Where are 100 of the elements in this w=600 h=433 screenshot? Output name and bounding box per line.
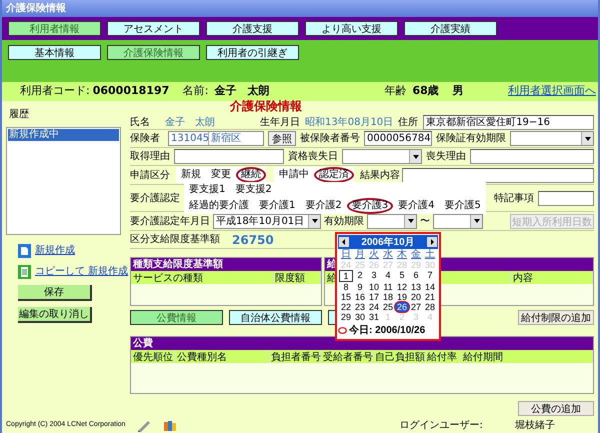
calendar-day[interactable]: 19 [395, 292, 409, 302]
pen-icon[interactable] [137, 420, 152, 432]
input-field[interactable] [470, 149, 594, 164]
next-month-icon[interactable] [427, 237, 437, 247]
option[interactable]: 変更 [206, 167, 236, 183]
calendar-day[interactable]: 7 [423, 270, 437, 282]
action-button[interactable]: 保存 [18, 285, 92, 301]
lookup-button[interactable]: 参照 [268, 131, 296, 146]
weekday-header: 月 [354, 249, 366, 260]
option[interactable]: 要支援2 [230, 182, 277, 198]
nav-tab[interactable]: より高い支援 [305, 21, 398, 36]
select-field[interactable] [342, 149, 422, 164]
nav-tab[interactable]: アセスメント [107, 21, 200, 36]
field-label: 喪失理由 [426, 150, 466, 164]
weekday-header: 日 [340, 249, 352, 260]
option[interactable]: 要介護3 [346, 198, 394, 214]
previous-month-icon[interactable] [339, 237, 349, 247]
input-field[interactable]: 0000056784 [364, 131, 432, 146]
history-item[interactable]: 新規作成中 [8, 129, 119, 141]
calendar-day[interactable]: 1 [339, 270, 353, 282]
calendar-day[interactable]: 28 [423, 302, 437, 312]
calendar-day[interactable]: 26 [395, 302, 409, 312]
add-public-expense-button[interactable]: 公費の追加 [518, 401, 594, 416]
select-field[interactable] [433, 214, 483, 228]
calendar-day[interactable]: 22 [339, 302, 353, 312]
input-field[interactable] [538, 190, 594, 206]
weekday-header: 土 [424, 249, 436, 260]
range-separator: 〜 [420, 214, 430, 228]
action-button[interactable]: 編集の取り消し [18, 307, 92, 323]
calendar-day[interactable]: 31 [367, 312, 381, 322]
insurer-field[interactable]: 131045 新宿区 [168, 131, 264, 146]
calendar-day[interactable]: 29 [339, 312, 353, 322]
calendar-day[interactable]: 10 [367, 282, 381, 292]
option[interactable]: 申請中 [274, 167, 314, 183]
calendar-day[interactable]: 27 [409, 302, 423, 312]
field-label: 保険者 [130, 132, 161, 146]
option[interactable]: 新規 [176, 167, 206, 183]
option[interactable]: 継続 [236, 167, 266, 183]
calendar-day[interactable]: 16 [353, 292, 367, 302]
today-label[interactable]: 今日: 2006/10/26 [349, 323, 426, 338]
select-field[interactable]: 平成18年10月01日 [213, 214, 321, 228]
calendar-day[interactable]: 2 [353, 270, 367, 282]
input-field[interactable] [174, 149, 284, 164]
field-label: 有効期限 [324, 214, 364, 228]
book-icon[interactable] [163, 420, 178, 432]
info-tab[interactable]: 公費情報 [130, 310, 223, 324]
weekday-header: 金 [410, 249, 422, 260]
calendar-day[interactable]: 30 [353, 312, 367, 322]
user-select-link[interactable]: 利用者選択画面へ [508, 83, 596, 100]
select-field[interactable] [367, 214, 417, 228]
calendar-day[interactable]: 15 [339, 292, 353, 302]
field-label: 氏名 [130, 116, 151, 130]
user-age: 68歳 [412, 83, 440, 100]
calendar-day[interactable]: 13 [409, 282, 423, 292]
table-title: 種類支給限度基準額 [133, 257, 223, 272]
select-field[interactable] [510, 131, 594, 146]
calendar-day[interactable]: 11 [381, 282, 395, 292]
input-field[interactable] [402, 168, 594, 182]
field-label: 区分支給限度基準額 [130, 232, 220, 247]
option[interactable]: 要介護4 [393, 198, 440, 214]
calendar-day[interactable]: 14 [423, 282, 437, 292]
sub-tab[interactable]: 基本情報 [8, 45, 101, 60]
calendar-day[interactable]: 8 [339, 282, 353, 292]
calendar-day[interactable]: 12 [395, 282, 409, 292]
calendar-day[interactable]: 25 [381, 302, 395, 312]
calendar-day[interactable]: 17 [367, 292, 381, 302]
today-circle-icon [338, 327, 347, 334]
option[interactable]: 経過的要介護 [184, 198, 254, 214]
calendar-day[interactable]: 6 [409, 270, 423, 282]
add-limit-button[interactable]: 給付制限の追加 [518, 310, 594, 324]
calendar-day[interactable]: 5 [395, 270, 409, 282]
calendar-day[interactable]: 24 [367, 302, 381, 312]
nav-tab[interactable]: 介護実績 [404, 21, 497, 36]
calendar-day[interactable]: 18 [381, 292, 395, 302]
option[interactable]: 要介護2 [300, 198, 347, 214]
input-field[interactable]: 東京都新宿区愛住町19−16 [423, 114, 594, 130]
nav-tab[interactable]: 利用者情報 [8, 21, 101, 36]
calendar-day[interactable]: 4 [381, 270, 395, 282]
calendar-month: 2006年10月 [361, 236, 415, 248]
user-sex: 男 [452, 83, 464, 100]
action-link[interactable]: コピーして 新規作成 [35, 264, 128, 279]
action-link[interactable]: 新規作成 [35, 243, 75, 258]
calendar-day[interactable]: 23 [353, 302, 367, 312]
column-header: 内容 [511, 271, 593, 284]
nav-tab[interactable]: 介護支援 [206, 21, 299, 36]
calendar-day[interactable]: 3 [367, 270, 381, 282]
calendar-day[interactable]: 20 [409, 292, 423, 302]
option[interactable]: 認定済 [314, 167, 354, 183]
option[interactable]: 要支援1 [184, 182, 230, 198]
window-title: 介護保険情報 [6, 2, 66, 16]
sub-tab[interactable]: 利用者の引継ぎ [206, 45, 299, 60]
sub-tab[interactable]: 介護保険情報 [107, 45, 200, 60]
field-label: 要介護認定 [130, 192, 180, 206]
calendar-day[interactable]: 9 [353, 282, 367, 292]
info-tab[interactable]: 自治体公費情報 [229, 310, 322, 324]
option[interactable]: 要介護5 [440, 198, 486, 214]
table-title: 公費 [133, 336, 153, 351]
calendar-day[interactable]: 21 [423, 292, 437, 302]
option[interactable]: 要介護1 [254, 198, 300, 214]
age-label: 年齢 [384, 83, 406, 100]
